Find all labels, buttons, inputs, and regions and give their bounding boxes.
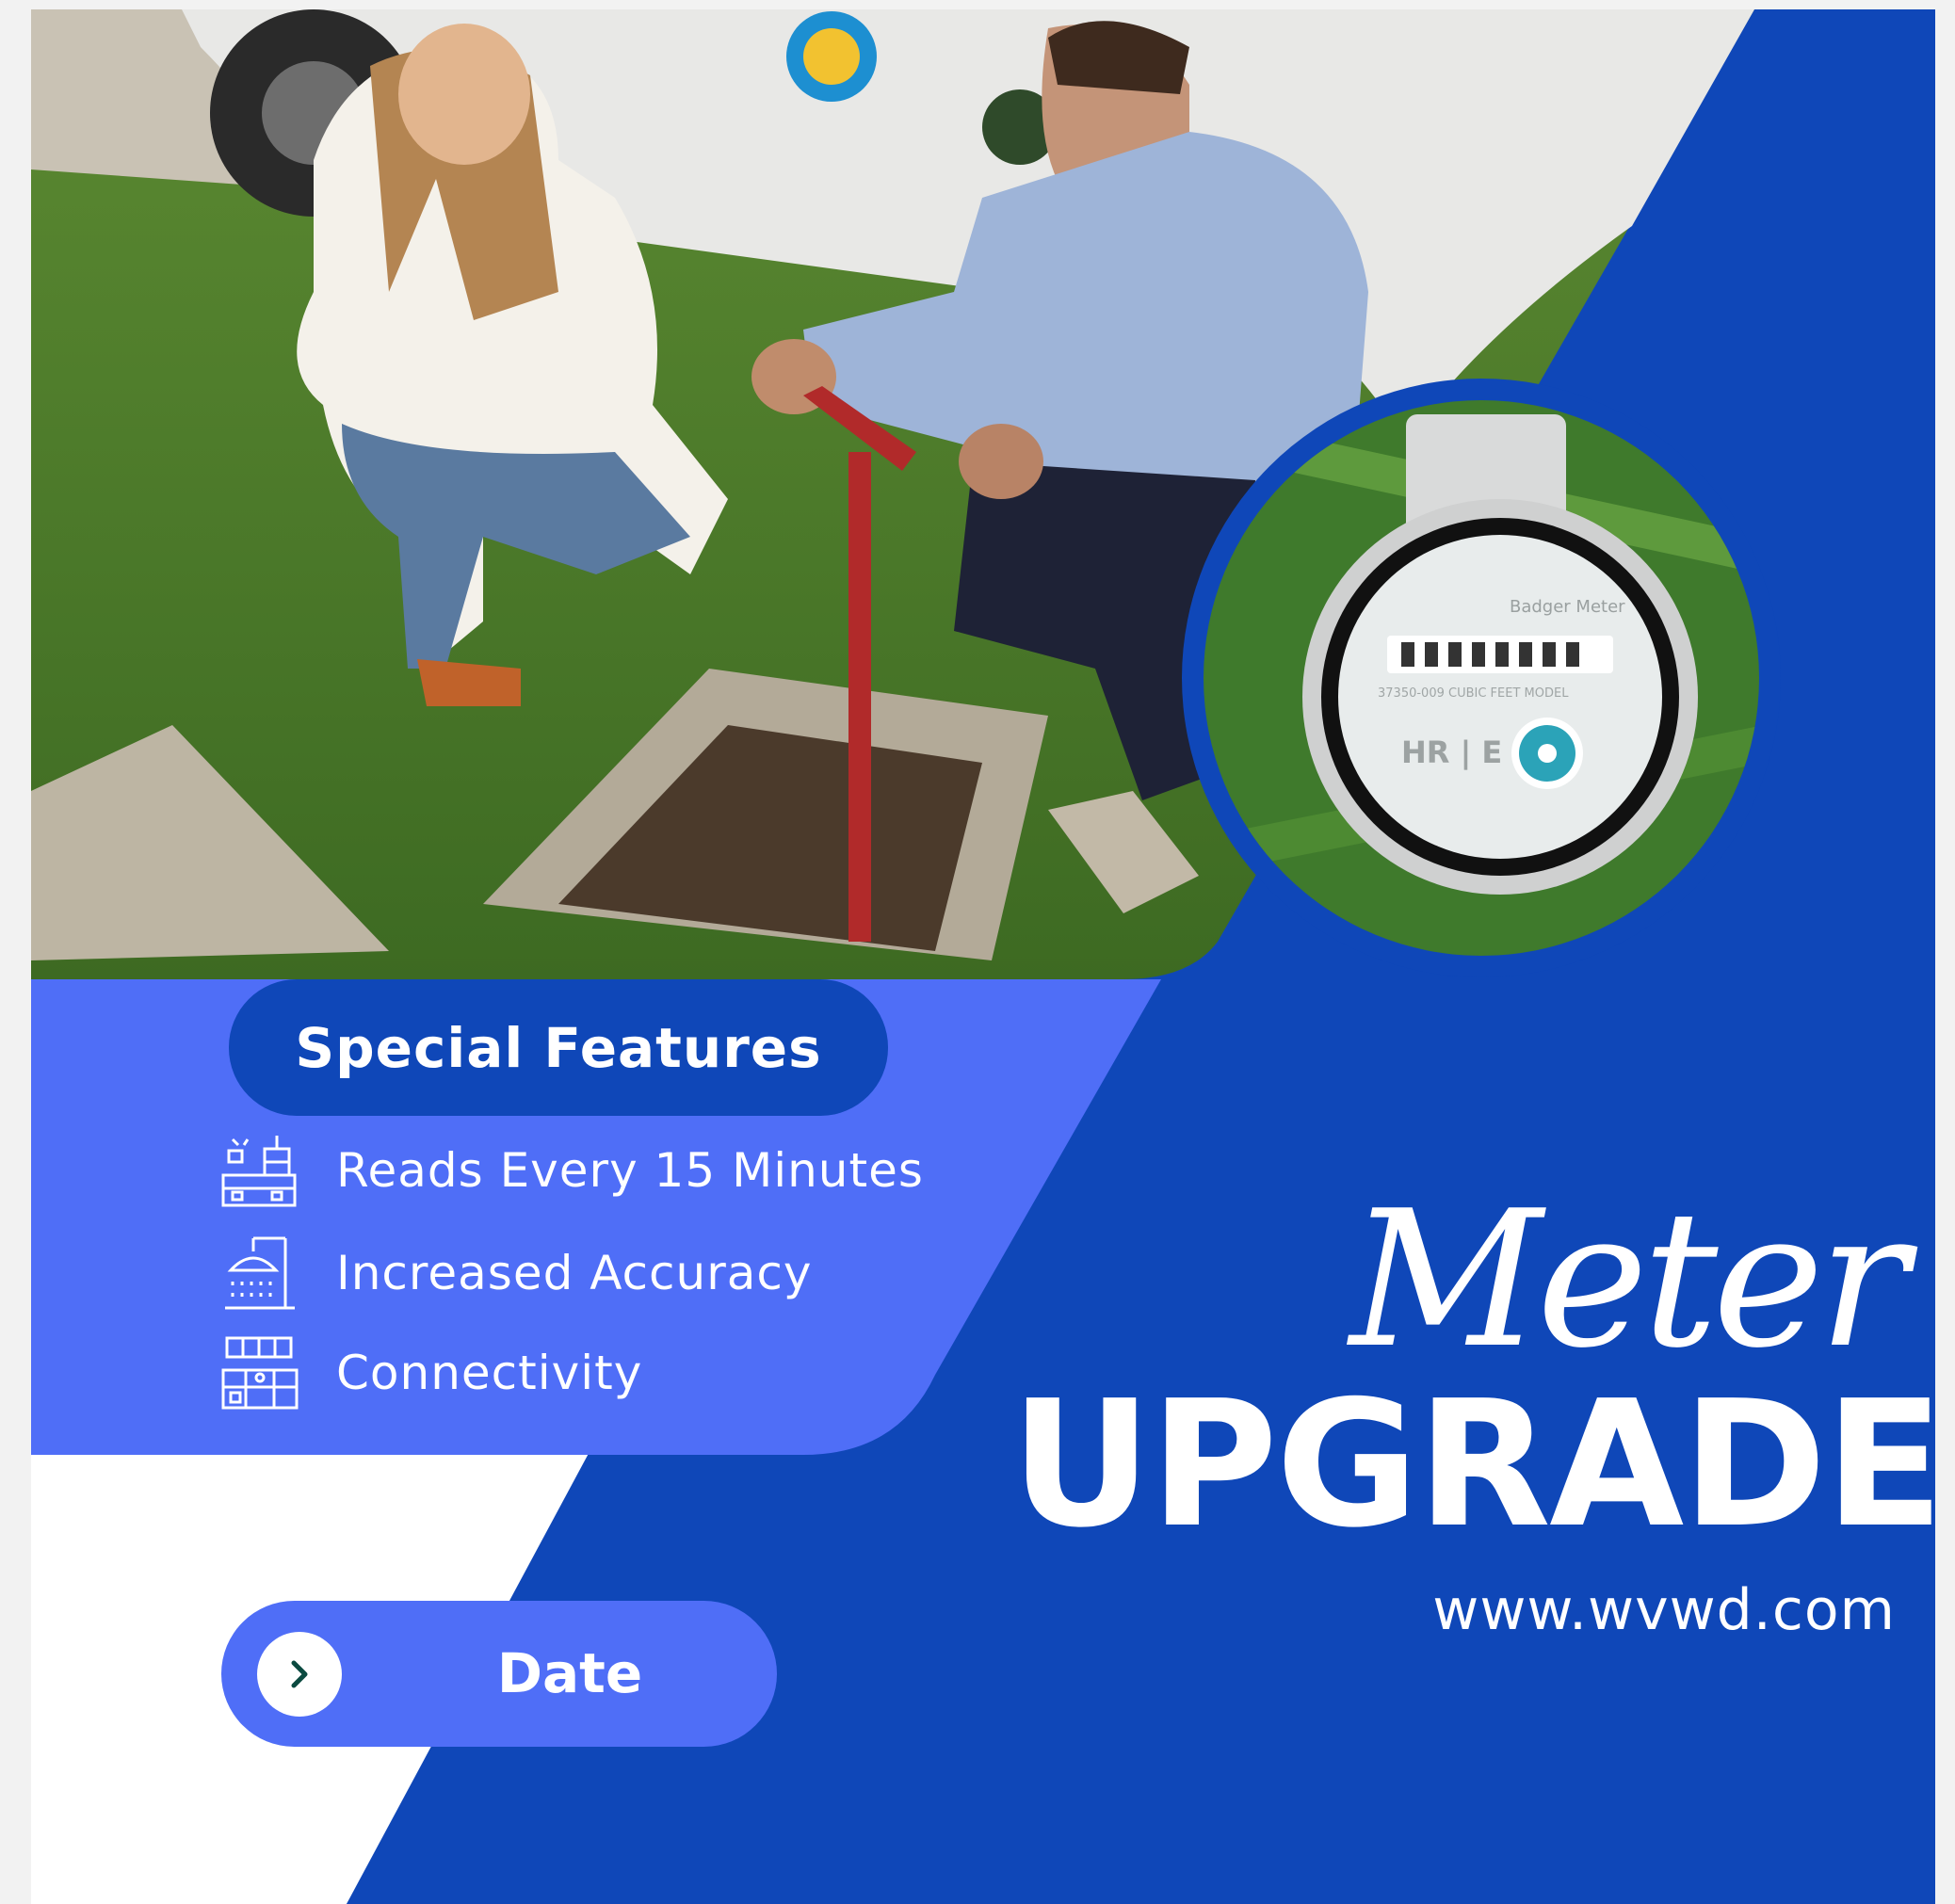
feature-item-connectivity: Connectivity — [219, 1326, 642, 1420]
feature-item-accuracy: Increased Accuracy — [219, 1226, 813, 1320]
special-features-heading: Special Features — [295, 1015, 822, 1080]
apartment-building-icon — [221, 1136, 297, 1207]
feature-item-reads: Reads Every 15 Minutes — [219, 1123, 924, 1218]
building-blocks-icon — [221, 1336, 299, 1410]
meter-brand-text: Badger Meter — [1510, 597, 1625, 617]
meter-script-title: Meter — [1349, 1170, 1908, 1390]
feature-label-connectivity: Connectivity — [336, 1346, 643, 1400]
website-link[interactable]: www.wvwd.com — [1368, 1573, 1896, 1648]
date-button[interactable]: Date — [221, 1601, 777, 1747]
meter-spec-text: 37350-009 CUBIC FEET MODEL — [1378, 686, 1569, 701]
upgrade-title: UPGRADE — [1010, 1363, 1935, 1566]
chevron-right-icon — [257, 1632, 342, 1717]
promo-card: Badger Meter 37350-009 CUBIC FEET MODEL … — [31, 9, 1935, 1904]
meter-model-text: HR | E — [1401, 734, 1502, 771]
meter-photo-circle: Badger Meter 37350-009 CUBIC FEET MODEL … — [1182, 379, 1781, 977]
feature-label-accuracy: Increased Accuracy — [336, 1246, 813, 1300]
special-features-pill: Special Features — [229, 979, 888, 1116]
shower-head-icon — [225, 1236, 295, 1310]
date-label: Date — [496, 1641, 643, 1705]
feature-label-reads: Reads Every 15 Minutes — [336, 1143, 924, 1198]
